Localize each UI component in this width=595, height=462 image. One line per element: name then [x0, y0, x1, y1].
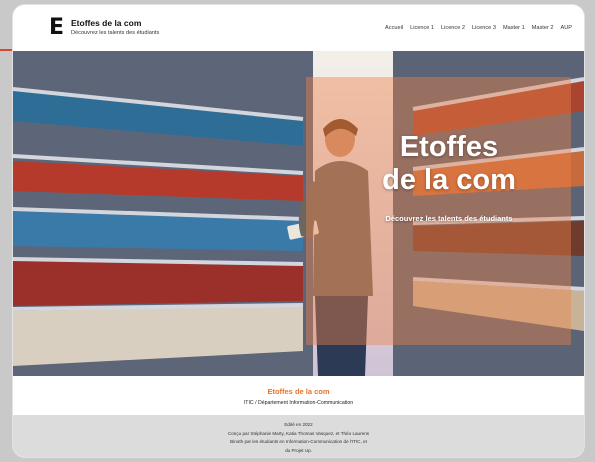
- site-logo[interactable]: E: [49, 17, 64, 39]
- hero-subtitle: Découvrez les talents des étudiants: [385, 214, 513, 223]
- hero-overlay: [306, 77, 571, 345]
- site-title[interactable]: Etoffes de la com: [71, 18, 141, 28]
- accent-line: [0, 49, 14, 51]
- main-nav: Accueil Licence 1 Licence 2 Licence 3 Ma…: [385, 25, 572, 31]
- site-tagline: Découvrez les talents des étudiants: [71, 30, 160, 36]
- footer-credits-line-2: Binoth par les étudiants en Information-…: [230, 439, 367, 444]
- footer-department: ITIC / Département Information-Communica…: [243, 400, 354, 406]
- footer-edition: Edité en 2022: [284, 422, 313, 427]
- nav-item-aup[interactable]: AUP: [560, 25, 572, 31]
- nav-item-licence-3[interactable]: Licence 3: [472, 25, 496, 31]
- nav-item-master-1[interactable]: Master 1: [503, 25, 525, 31]
- hero-title-line-1: Etoffes: [399, 131, 499, 163]
- site-header: E Etoffes de la com Découvrez les talent…: [13, 5, 584, 51]
- hero-title-line-2: de la com: [382, 164, 516, 196]
- browser-page: E Etoffes de la com Découvrez les talent…: [13, 5, 584, 457]
- nav-item-licence-1[interactable]: Licence 1: [410, 25, 434, 31]
- nav-item-accueil[interactable]: Accueil: [385, 25, 403, 31]
- nav-item-master-2[interactable]: Master 2: [532, 25, 554, 31]
- footer-credits-line-3: du Projet Up.: [285, 447, 312, 453]
- hero-banner: Etoffes de la com Découvrez les talents …: [13, 51, 584, 376]
- hero-title: Etoffes de la com: [349, 131, 549, 197]
- footer-credits: Edité en 2022 Conçu par Stéphanie Marty,…: [13, 415, 584, 457]
- footer-credits-line-1: Conçu par Stéphanie Marty, Katia Thomas …: [227, 430, 370, 436]
- footer-brand[interactable]: Etoffes de la com: [13, 387, 584, 396]
- nav-item-licence-2[interactable]: Licence 2: [441, 25, 465, 31]
- footer-brand-block: Etoffes de la com ITIC / Département Inf…: [13, 376, 584, 415]
